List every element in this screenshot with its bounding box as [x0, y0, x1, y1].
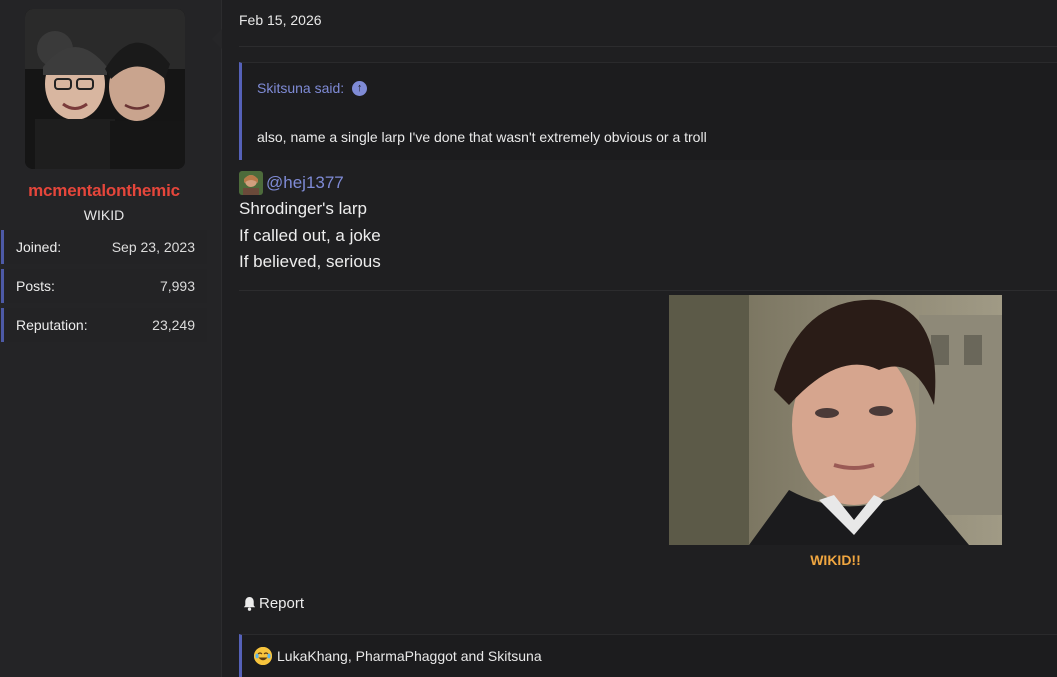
bell-icon	[243, 596, 256, 611]
user-avatar[interactable]	[25, 9, 185, 169]
quote-block: Skitsuna said: ↑ also, name a single lar…	[239, 62, 1057, 160]
reactions-list[interactable]: LukaKhang, PharmaPhaggot and Skitsuna	[277, 648, 542, 664]
stat-label: Joined:	[16, 239, 62, 255]
mention-username[interactable]: @hej1377	[266, 173, 344, 193]
username[interactable]: mcmentalonthemic	[0, 181, 208, 201]
stat-label: Posts:	[16, 278, 55, 294]
message-line: Shrodinger's larp	[239, 199, 367, 218]
divider	[239, 290, 1057, 291]
stat-reputation: Reputation: 23,249	[1, 308, 207, 342]
post-date[interactable]: Feb 15, 2026	[239, 12, 322, 28]
mention[interactable]: @hej1377	[239, 171, 344, 195]
message-line: If called out, a joke	[239, 226, 381, 245]
quote-text: also, name a single larp I've done that …	[257, 129, 707, 145]
stat-value: Sep 23, 2023	[111, 239, 195, 255]
message-line: If believed, serious	[239, 252, 381, 271]
user-panel: mcmentalonthemic WIKID Joined: Sep 23, 2…	[0, 0, 222, 677]
arrow-up-icon[interactable]: ↑	[352, 80, 368, 96]
post-image[interactable]	[669, 295, 1002, 545]
report-label[interactable]: Report	[259, 595, 304, 612]
report-button[interactable]: Report	[242, 595, 304, 612]
quote-header[interactable]: Skitsuna said: ↑	[257, 80, 368, 96]
stat-label: Reputation:	[16, 317, 88, 333]
image-caption: WIKID!!	[810, 552, 861, 568]
reactions-bar: LukaKhang, PharmaPhaggot and Skitsuna	[239, 634, 1057, 677]
crying-laughing-emoji-icon	[254, 647, 272, 665]
user-title: WIKID	[83, 207, 125, 223]
mention-avatar	[239, 171, 263, 195]
stat-posts: Posts: 7,993	[1, 269, 207, 303]
stat-value: 7,993	[159, 278, 195, 294]
stat-joined: Joined: Sep 23, 2023	[1, 230, 207, 264]
quote-author[interactable]: Skitsuna said:	[257, 80, 344, 96]
stat-value: 23,249	[152, 317, 195, 333]
message-pointer	[212, 29, 222, 49]
divider	[239, 46, 1057, 47]
